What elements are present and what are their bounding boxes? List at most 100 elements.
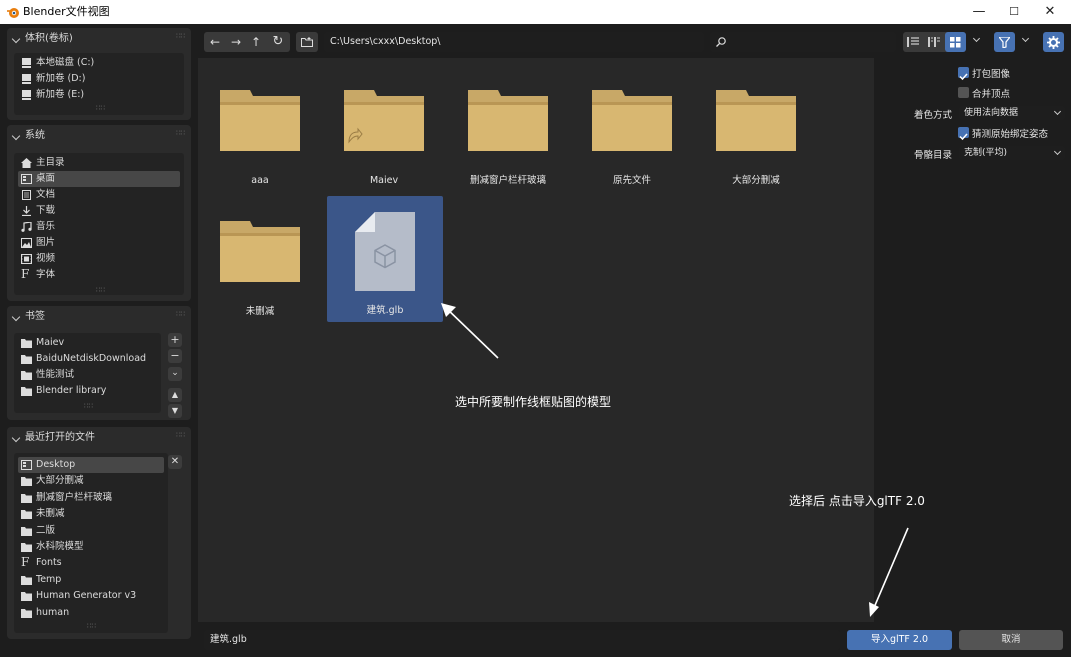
merge-vertices-checkbox[interactable]: [958, 87, 969, 98]
folder-item[interactable]: 大部分删减: [698, 66, 814, 192]
grip-icon[interactable]: ∷∷: [176, 311, 185, 318]
font-icon: F: [21, 267, 30, 281]
filename-field[interactable]: 建筑.glb: [204, 630, 840, 650]
back-button[interactable]: ←: [204, 32, 226, 52]
settings-button[interactable]: [1043, 32, 1064, 52]
bookmark-item[interactable]: 性能测试: [18, 367, 157, 383]
recent-item[interactable]: F Fonts: [18, 555, 164, 571]
path-field[interactable]: C:\Users\cxxx\Desktop\: [324, 32, 704, 52]
system-item-music[interactable]: 音乐: [18, 219, 180, 235]
horizontal-list-button[interactable]: [924, 32, 945, 52]
filter-settings-dropdown[interactable]: [1017, 32, 1033, 52]
system-item-home[interactable]: 主目录: [18, 155, 180, 171]
system-item-fonts[interactable]: F 字体: [18, 267, 180, 283]
bookmark-item[interactable]: BaiduNetdiskDownload: [18, 351, 157, 367]
file-grid: aaa Maiev 删减窗户栏杆玻璃 原先文件 大部分删减 未删减 建筑.glb: [198, 58, 874, 622]
recent-item[interactable]: 大部分删减: [18, 473, 164, 489]
system-item-documents[interactable]: 文档: [18, 187, 180, 203]
bone-dir-label: 骨骼目录: [914, 150, 953, 161]
file-name: 未删减: [245, 306, 275, 317]
recent-item[interactable]: Human Generator v3: [18, 588, 164, 604]
bookmark-menu-button[interactable]: ⌄: [168, 367, 182, 381]
search-input[interactable]: [710, 32, 896, 52]
volumes-panel-header[interactable]: 体积(卷标) ∷∷: [7, 28, 191, 50]
clear-recent-button[interactable]: ✕: [168, 455, 182, 469]
cancel-button[interactable]: 取消: [959, 630, 1063, 650]
bookmark-item[interactable]: Blender library: [18, 383, 157, 399]
recent-label: 大部分删减: [36, 475, 84, 486]
system-item-pictures[interactable]: 图片: [18, 235, 180, 251]
volume-item-e[interactable]: 新加卷 (E:): [18, 87, 180, 103]
vertical-list-button[interactable]: [903, 32, 924, 52]
recent-item[interactable]: 水科院模型: [18, 539, 164, 555]
import-gltf-button[interactable]: 导入glTF 2.0: [847, 630, 952, 650]
bookmark-item[interactable]: Maiev: [18, 335, 157, 351]
resize-handle-icon[interactable]: ∷∷: [84, 403, 93, 410]
bookmarks-panel-header[interactable]: 书签 ∷∷: [7, 306, 191, 328]
system-item-videos[interactable]: 视频: [18, 251, 180, 267]
recent-item[interactable]: 删减窗户栏杆玻璃: [18, 490, 164, 506]
recent-item[interactable]: Temp: [18, 572, 164, 588]
volume-item-d[interactable]: 新加卷 (D:): [18, 71, 180, 87]
bone-dir-dropdown[interactable]: 克制(平均): [959, 146, 1065, 160]
bookmark-label: BaiduNetdiskDownload: [36, 353, 147, 364]
resize-handle-icon[interactable]: ∷∷: [96, 287, 105, 294]
minimize-button[interactable]: —: [961, 0, 997, 24]
folder-item[interactable]: aaa: [202, 66, 318, 192]
grip-icon[interactable]: ∷∷: [176, 432, 185, 439]
add-bookmark-button[interactable]: +: [168, 333, 182, 347]
shading-dropdown[interactable]: 使用法向数据: [959, 106, 1065, 120]
pack-images-checkbox[interactable]: [958, 67, 969, 81]
guess-bind-pose-checkbox[interactable]: [958, 127, 969, 141]
move-up-button[interactable]: ▲: [168, 388, 182, 402]
display-settings-dropdown[interactable]: [968, 32, 984, 52]
folder-item[interactable]: 未删减: [202, 197, 318, 323]
parent-directory-button[interactable]: ↑: [246, 32, 266, 52]
resize-handle-icon[interactable]: ∷∷: [87, 623, 96, 630]
volume-item-c[interactable]: 本地磁盘 (C:): [18, 55, 180, 71]
grip-icon[interactable]: ∷∷: [176, 33, 185, 40]
recent-label: human: [36, 607, 70, 618]
grip-icon[interactable]: ∷∷: [176, 130, 185, 137]
disk-icon: [22, 74, 31, 84]
maximize-button[interactable]: ☐: [996, 0, 1032, 24]
move-down-button[interactable]: ▼: [168, 404, 182, 418]
recent-item[interactable]: human: [18, 605, 164, 621]
remove-bookmark-button[interactable]: −: [168, 349, 182, 363]
folder-item[interactable]: Maiev: [326, 66, 442, 192]
system-item-label: 下载: [36, 205, 56, 216]
recent-panel-header[interactable]: 最近打开的文件 ∷∷: [7, 427, 191, 449]
forward-button[interactable]: →: [226, 32, 246, 52]
system-panel-header[interactable]: 系统 ∷∷: [7, 125, 191, 147]
file-name: Maiev: [369, 175, 399, 186]
recent-item[interactable]: Desktop: [18, 457, 164, 473]
annotation-select-model: 选中所要制作线框贴图的模型: [455, 395, 612, 409]
image-icon: [21, 238, 32, 248]
shading-label: 着色方式: [914, 110, 953, 121]
annotation-arrow-import: [869, 527, 909, 617]
recent-item[interactable]: 未删减: [18, 506, 164, 522]
folder-item[interactable]: 删减窗户栏杆玻璃: [450, 66, 566, 192]
recent-item[interactable]: 二版: [18, 523, 164, 539]
system-item-downloads[interactable]: 下载: [18, 203, 180, 219]
folder-item[interactable]: 原先文件: [574, 66, 690, 192]
bookmarks-panel: 书签 ∷∷ Maiev BaiduNetdiskDownload 性能测试 Ble…: [7, 306, 191, 420]
refresh-button[interactable]: ↻: [266, 32, 290, 52]
title-bar: Blender文件视图 — ☐ ✕: [0, 0, 1071, 24]
new-folder-button[interactable]: [296, 32, 318, 52]
chevron-down-icon: [11, 433, 21, 443]
folder-icon: [21, 527, 32, 536]
volume-label: 本地磁盘 (C:): [36, 57, 95, 68]
recent-panel: 最近打开的文件 ∷∷ Desktop 大部分删减 删减窗户栏杆玻璃 未删减 二版 …: [7, 427, 191, 639]
volumes-title: 体积(卷标): [25, 33, 73, 44]
desktop-icon: [21, 460, 32, 470]
filter-button[interactable]: [994, 32, 1015, 52]
bookmarks-list: Maiev BaiduNetdiskDownload 性能测试 Blender …: [14, 333, 161, 413]
close-button[interactable]: ✕: [1032, 0, 1068, 24]
system-item-desktop[interactable]: 桌面: [18, 171, 180, 187]
folder-icon: [716, 90, 796, 151]
file-name: 大部分删减: [732, 175, 780, 186]
resize-handle-icon[interactable]: ∷∷: [96, 105, 105, 112]
thumbnails-button[interactable]: [945, 32, 966, 52]
new-folder-icon: [301, 37, 313, 47]
